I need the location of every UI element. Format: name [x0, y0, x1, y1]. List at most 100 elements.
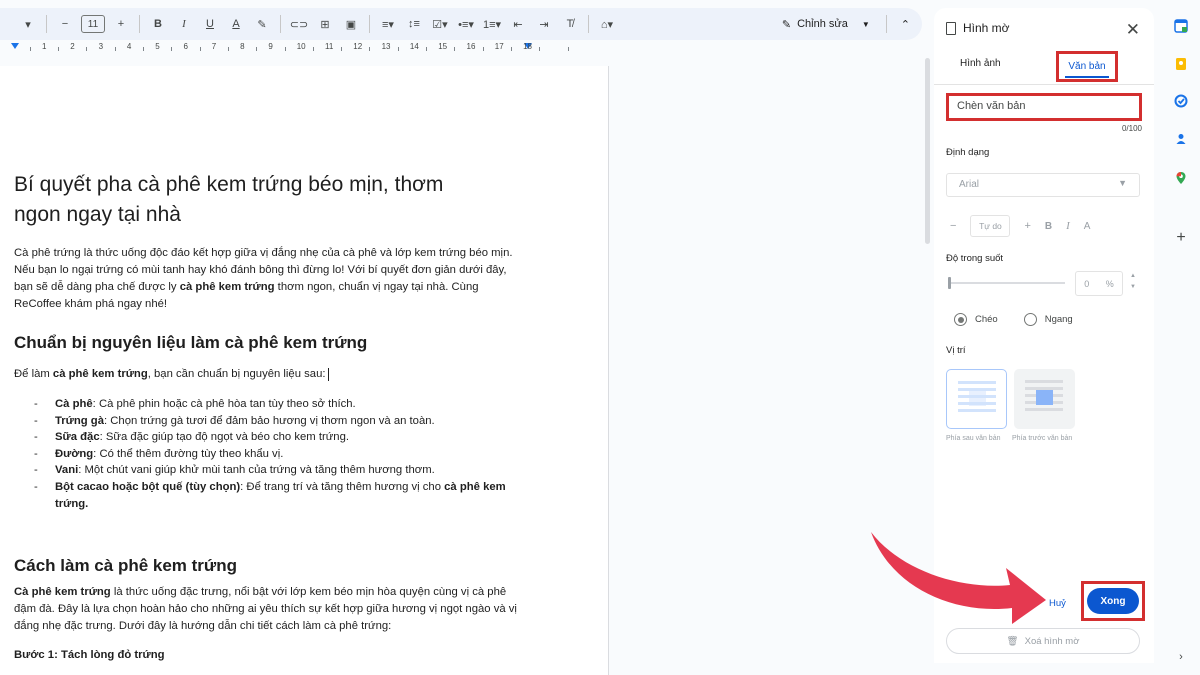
- panel-header: Hình mờ: [946, 21, 1010, 35]
- calendar-icon[interactable]: [1174, 19, 1188, 33]
- font-select-value: Arial: [959, 179, 980, 190]
- done-button[interactable]: Xong: [1087, 588, 1139, 614]
- bold-button[interactable]: B: [148, 12, 168, 36]
- ingredient-desc: : Chọn trứng gà tươi để đảm bảo hương vị…: [103, 414, 435, 427]
- lead-bold: cà phê kem trứng: [52, 368, 148, 380]
- line-spacing-icon[interactable]: ↕≡: [404, 12, 424, 36]
- ruler-number: 7: [211, 42, 217, 51]
- bulleted-list-icon[interactable]: •≡▾: [456, 12, 476, 36]
- bold-button[interactable]: B: [1045, 221, 1052, 232]
- underline-button[interactable]: U: [200, 12, 220, 36]
- tab-text[interactable]: Văn bản: [1056, 51, 1118, 82]
- opacity-unit: %: [1105, 278, 1114, 289]
- google-docs-window: ▾ − 11 + B I U A ✎ ⊂⊃ ⊞ ▣ ≡▾ ↕≡ ☑▾ •≡▾ 1…: [0, 0, 1200, 675]
- highlight-color-icon[interactable]: ✎: [252, 12, 272, 36]
- opacity-value: 0: [1084, 278, 1090, 289]
- ruler: 1 2 3 4 5 6 7 8 9 10 11 12 13 14 15 16 17 18: [0, 41, 922, 55]
- ruler-number: 10: [296, 42, 306, 51]
- stepper-down-icon[interactable]: ▼: [1130, 282, 1136, 293]
- toolbar-divider: [280, 15, 281, 33]
- ruler-number: 8: [240, 42, 245, 51]
- ruler-tick: [199, 47, 201, 51]
- document-scrollbar[interactable]: [925, 58, 930, 244]
- intro-bold-keyword: cà phê kem trứng: [179, 281, 275, 293]
- keep-icon[interactable]: [1174, 57, 1188, 71]
- ruler-number: 3: [98, 42, 104, 51]
- left-indent-marker[interactable]: [11, 43, 19, 49]
- ruler-tick: [29, 47, 31, 51]
- radio-horizontal[interactable]: [1023, 313, 1037, 326]
- chevron-right-icon[interactable]: ›: [1174, 650, 1188, 664]
- increase-indent-icon[interactable]: ⇥: [534, 12, 554, 36]
- tab-image[interactable]: Hình ảnh: [960, 58, 1001, 69]
- font-size-input[interactable]: 11: [81, 15, 105, 33]
- insert-image-icon[interactable]: ▣: [341, 12, 361, 36]
- position-in-front-of-text[interactable]: [1014, 369, 1075, 429]
- radio-diagonal[interactable]: [954, 313, 967, 326]
- italic-button[interactable]: I: [174, 12, 194, 36]
- add-comment-icon[interactable]: ⊞: [315, 12, 335, 36]
- font-select[interactable]: Arial ▼: [946, 173, 1140, 197]
- ruler-tick: [284, 47, 286, 51]
- opacity-slider-thumb[interactable]: [948, 277, 951, 289]
- checklist-icon[interactable]: ☑▾: [430, 12, 450, 36]
- italic-button[interactable]: I: [1066, 220, 1070, 232]
- opacity-input[interactable]: 0 %: [1075, 271, 1123, 296]
- cancel-button[interactable]: Huỷ: [1049, 598, 1066, 609]
- ruler-tick: [567, 47, 569, 51]
- ruler-number: 1: [42, 42, 47, 51]
- ingredient-desc: : Có thể thêm đường tùy theo khẩu vị.: [93, 447, 284, 460]
- input-tools-icon[interactable]: ⌂▾: [597, 12, 617, 36]
- decrease-size-button[interactable]: −: [950, 220, 956, 232]
- text-format-row: − Tự do + B I A: [950, 215, 1090, 237]
- align-icon[interactable]: ≡▾: [378, 12, 398, 36]
- font-size-input[interactable]: Tự do: [970, 215, 1011, 237]
- text-color-button[interactable]: A: [1084, 221, 1091, 232]
- clear-formatting-icon[interactable]: T̸: [560, 12, 580, 36]
- format-label: Định dạng: [946, 147, 990, 158]
- formatting-toolbar: ▾ − 11 + B I U A ✎ ⊂⊃ ⊞ ▣ ≡▾ ↕≡ ☑▾ •≡▾ 1…: [0, 8, 922, 40]
- ruler-number: 5: [155, 42, 160, 51]
- increase-size-button[interactable]: +: [1024, 220, 1030, 232]
- ruler-number: 13: [381, 42, 391, 51]
- decrease-indent-icon[interactable]: ⇤: [508, 12, 528, 36]
- stepper-up-icon[interactable]: ▲: [1130, 271, 1136, 282]
- opacity-stepper[interactable]: ▲ ▼: [1130, 271, 1136, 293]
- close-icon[interactable]: ✕: [1126, 20, 1140, 40]
- watermark-text-input[interactable]: Chèn văn bản: [946, 93, 1142, 121]
- opacity-label: Độ trong suốt: [946, 253, 1004, 264]
- list-item: Bột cacao hoặc bột quế (tùy chọn): Để tr…: [34, 479, 539, 512]
- ruler-tick: [58, 47, 60, 51]
- ruler-number: 11: [325, 42, 334, 51]
- editing-mode-label: Chỉnh sửa: [797, 18, 848, 30]
- behind-text-caption: Phía sau văn bản: [946, 435, 1001, 442]
- tasks-icon[interactable]: [1174, 94, 1188, 108]
- ruler-number: 2: [70, 42, 75, 51]
- text-color-button[interactable]: A: [226, 12, 246, 36]
- add-app-icon[interactable]: +: [1174, 229, 1188, 246]
- editing-mode-dropdown[interactable]: ✎ Chỉnh sửa ▼ ⌃: [782, 15, 910, 33]
- font-dropdown-icon[interactable]: ▾: [18, 12, 38, 36]
- ruler-tick: [256, 47, 258, 51]
- document-page[interactable]: Bí quyết pha cà phê kem trứng béo mịn, t…: [0, 66, 609, 675]
- position-behind-text[interactable]: [946, 369, 1007, 429]
- ingredient-name: Vani: [55, 464, 79, 477]
- toolbar-divider: [588, 15, 589, 33]
- increase-font-size-button[interactable]: +: [111, 12, 131, 36]
- ruler-number: 16: [466, 42, 476, 51]
- chevron-down-icon: ▼: [861, 19, 870, 29]
- numbered-list-icon[interactable]: 1≡▾: [482, 12, 502, 36]
- opacity-slider[interactable]: [948, 277, 1065, 289]
- contacts-icon[interactable]: [1174, 132, 1188, 146]
- ruler-number: 14: [409, 42, 419, 51]
- ruler-tick: [397, 47, 399, 51]
- collapse-toolbar-icon[interactable]: ⌃: [901, 18, 910, 31]
- decrease-font-size-button[interactable]: −: [55, 12, 75, 36]
- in-front-text-caption: Phía trước văn bản: [1012, 435, 1073, 442]
- list-item: Vani: Một chút vani giúp khử mùi tanh củ…: [34, 462, 539, 479]
- delete-watermark-button[interactable]: 🗑 Xoá hình mờ: [946, 628, 1140, 654]
- lead-pre: Để làm: [14, 368, 53, 380]
- insert-link-icon[interactable]: ⊂⊃: [289, 12, 309, 36]
- maps-icon[interactable]: [1174, 171, 1188, 185]
- list-item: Sữa đặc: Sữa đặc giúp tạo độ ngọt và béo…: [34, 429, 539, 446]
